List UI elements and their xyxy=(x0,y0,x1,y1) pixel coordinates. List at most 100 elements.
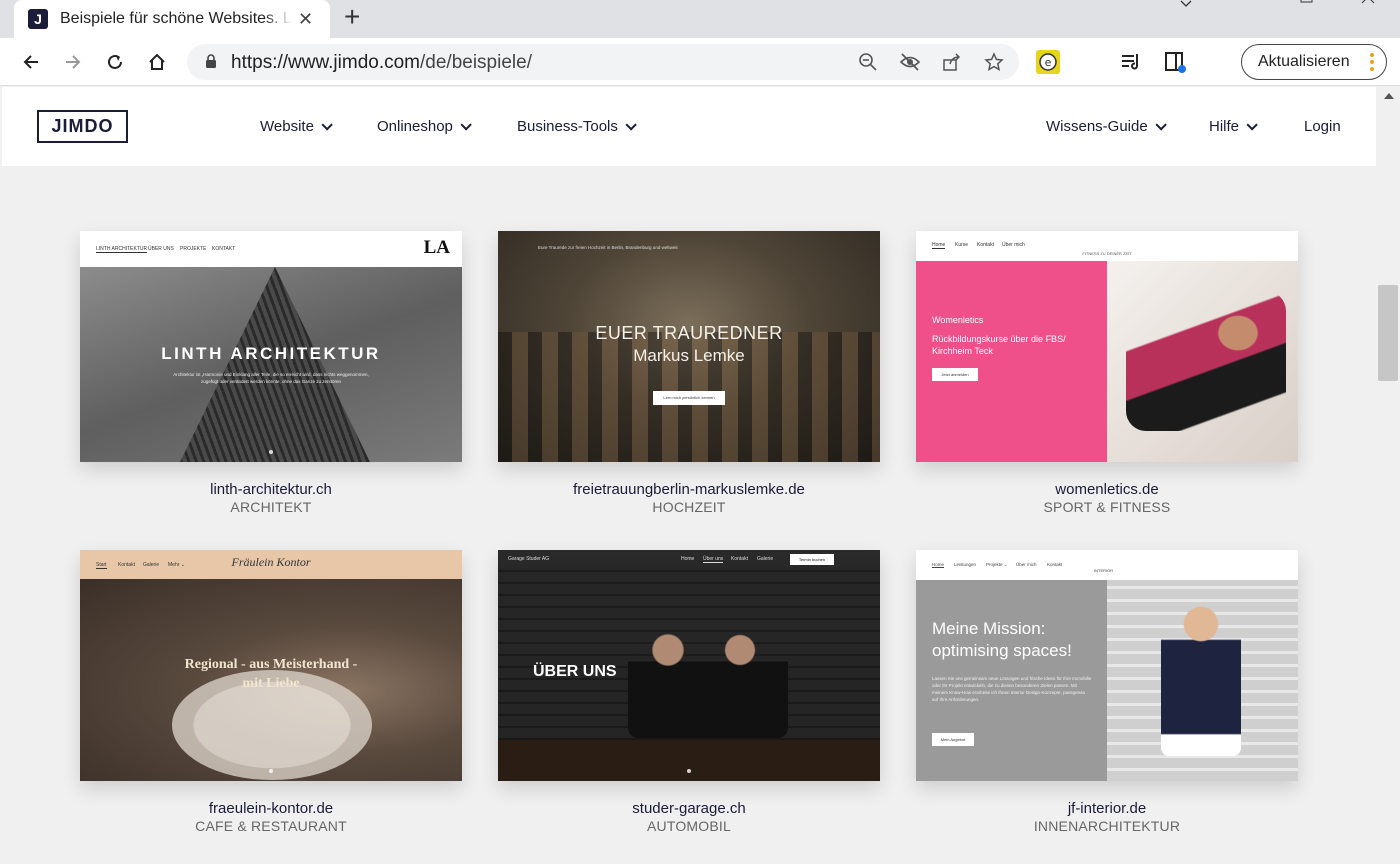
preview-title: ÜBER UNS xyxy=(533,663,617,680)
website-preview-image[interactable]: Start Kontakt Galerie Mehr ⌄ Fräulein Ko… xyxy=(80,550,462,781)
preview-title-line: optimising spaces! xyxy=(932,641,1072,660)
media-icon[interactable] xyxy=(1120,50,1144,74)
menu-dots-icon[interactable] xyxy=(1370,53,1374,74)
website-preview-image[interactable]: Garage Studer AG Home Über uns Kontakt G… xyxy=(498,550,880,781)
designer-portrait-image xyxy=(1161,606,1241,756)
nav-website[interactable]: Website xyxy=(260,118,333,135)
website-preview-image[interactable]: LINTH ARCHITEKTUR ÜBER UNS PROJEKTE KONT… xyxy=(80,231,462,462)
preview-nav: LINTH ARCHITEKTUR ÜBER UNS PROJEKTE KONT… xyxy=(80,231,462,267)
url-path: /de/beispiele/ xyxy=(420,52,532,73)
jimdo-favicon-icon: J xyxy=(28,9,48,29)
card-domain[interactable]: fraeulein-kontor.de xyxy=(80,800,462,817)
preview-nav-item: Projekte ⌄ xyxy=(986,562,1008,567)
card-domain[interactable]: studer-garage.ch xyxy=(498,800,880,817)
page-scrollbar[interactable] xyxy=(1378,87,1400,864)
preview-subtitle: Architektur ist „Harmonie und Einklang a… xyxy=(173,372,369,384)
tab-title: Beispiele für schöne Websites. Lassen Si… xyxy=(60,10,292,27)
nav-website-label: Website xyxy=(260,118,314,135)
zoom-icon[interactable] xyxy=(856,50,880,74)
preview-nav-item: Über mich xyxy=(1016,562,1037,567)
chevron-down-icon xyxy=(625,118,637,131)
nav-wissens-guide[interactable]: Wissens-Guide xyxy=(1046,118,1167,135)
preview-nav-item: KONTAKT xyxy=(212,246,236,252)
team-photo xyxy=(628,628,788,738)
eye-off-icon[interactable] xyxy=(898,50,922,74)
preview-button: Mein Angebot xyxy=(932,733,974,746)
preview-title-line: Regional - aus Meisterhand - xyxy=(184,657,358,672)
nav-onlineshop[interactable]: Onlineshop xyxy=(377,118,472,135)
site-header: JIMDO Website Onlineshop Business-Tools … xyxy=(2,87,1376,166)
table-image xyxy=(498,740,880,781)
chevron-down-icon xyxy=(1246,118,1258,131)
website-preview-image[interactable]: Eure Traurede zur freien Hochzeit in Ber… xyxy=(498,231,880,462)
new-tab-icon[interactable]: + xyxy=(344,2,360,32)
browser-tab[interactable]: J Beispiele für schöne Websites. Lassen … xyxy=(14,0,330,38)
preview-title-line: mit Liebe xyxy=(242,676,300,691)
preview-nav-item: LINTH ARCHITEKTUR xyxy=(96,246,148,253)
preview-nav-item: Leistungen xyxy=(954,562,977,567)
maximize-icon[interactable] xyxy=(1299,0,1315,17)
chevron-down-icon xyxy=(321,118,333,131)
preview-text: Rückbildungskurse über die FBS/ Kirchhei… xyxy=(932,334,1066,356)
preview-nav-item: Über mich xyxy=(1002,242,1025,248)
lock-icon[interactable] xyxy=(205,54,217,74)
card-category: HOCHZEIT xyxy=(652,499,726,515)
reload-icon[interactable] xyxy=(101,48,129,76)
scroll-up-arrow-icon[interactable] xyxy=(1384,93,1394,99)
update-button[interactable]: Aktualisieren xyxy=(1241,44,1387,80)
card-category: ARCHITEKT xyxy=(230,499,312,515)
login-link[interactable]: Login xyxy=(1304,118,1341,135)
update-button-label: Aktualisieren xyxy=(1258,53,1350,70)
preview-logo: Fräulein Kontor xyxy=(231,555,311,569)
nav-onlineshop-label: Onlineshop xyxy=(377,118,453,135)
svg-text:e: e xyxy=(1045,56,1052,69)
chevron-down-icon xyxy=(460,118,472,131)
pink-panel xyxy=(916,261,1107,462)
preview-text: Lassen Sie uns gemeinsam neue Lösungen u… xyxy=(932,676,1092,702)
jimdo-logo[interactable]: JIMDO xyxy=(37,110,128,143)
preview-topline: Eure Traurede zur freien Hochzeit in Ber… xyxy=(538,245,678,250)
slider-dot xyxy=(269,450,273,454)
preview-button: Jetzt anmelden xyxy=(932,368,978,381)
card-domain[interactable]: jf-interior.de xyxy=(916,800,1298,817)
page-content: JIMDO Website Onlineshop Business-Tools … xyxy=(0,87,1400,864)
preview-name: Markus Lemke xyxy=(633,346,745,365)
nav-hilfe-label: Hilfe xyxy=(1209,118,1240,135)
website-preview-image[interactable]: Home Leistungen Projekte ⌄ Über mich Kon… xyxy=(916,550,1298,781)
card-domain[interactable]: womenletics.de xyxy=(916,481,1298,498)
card-domain[interactable]: linth-architektur.ch xyxy=(80,481,462,498)
back-icon[interactable] xyxy=(17,48,45,76)
profile-icon[interactable] xyxy=(1163,50,1187,74)
nav-hilfe[interactable]: Hilfe xyxy=(1209,118,1258,135)
share-icon[interactable] xyxy=(940,50,964,74)
preview-nav-item: Kontakt xyxy=(977,242,994,248)
home-icon[interactable] xyxy=(143,48,171,76)
url-text[interactable]: https://www.jimdo.com/de/beispiele/ xyxy=(231,52,532,74)
preview-nav-item: Kurse xyxy=(955,242,969,248)
preview-nav-item: Über uns xyxy=(703,556,724,563)
preview-nav: Home Leistungen Projekte ⌄ Über mich Kon… xyxy=(916,550,1298,580)
preview-nav-item: Home xyxy=(932,562,945,568)
preview-nav-item: Kontakt xyxy=(731,556,748,562)
website-preview-image[interactable]: Home Kurse Kontakt Über mich FITNESS ZU … xyxy=(916,231,1298,462)
url-host: https://www.jimdo.com xyxy=(231,52,420,73)
nav-business-tools[interactable]: Business-Tools xyxy=(517,118,637,135)
preview-title: EUER TRAUREDNER xyxy=(595,323,783,343)
forward-icon[interactable] xyxy=(59,48,87,76)
preview-button: Lern mich persönlich kennen xyxy=(653,391,725,405)
preview-nav-item: Home xyxy=(681,556,695,562)
slider-dot xyxy=(687,769,691,773)
extension-icon[interactable]: e xyxy=(1036,50,1060,74)
browser-tab-strip: J Beispiele für schöne Websites. Lassen … xyxy=(0,0,1400,38)
close-tab-icon[interactable]: ✕ xyxy=(298,9,313,30)
preview-tagline: FITNESS ZU DEINER ZEIT xyxy=(1082,251,1132,256)
chevron-down-icon[interactable] xyxy=(1178,0,1194,17)
address-bar[interactable]: https://www.jimdo.com/de/beispiele/ xyxy=(187,44,1019,80)
star-icon[interactable] xyxy=(982,50,1006,74)
preview-title: LINTH ARCHITEKTUR xyxy=(161,344,381,363)
card-domain[interactable]: freietrauungberlin-markuslemke.de xyxy=(498,481,880,498)
minimize-icon[interactable] xyxy=(1238,0,1254,17)
close-window-icon[interactable] xyxy=(1360,0,1376,17)
preview-title: Regional - aus Meisterhand - mit Liebe xyxy=(80,655,462,693)
scroll-thumb[interactable] xyxy=(1378,285,1398,381)
